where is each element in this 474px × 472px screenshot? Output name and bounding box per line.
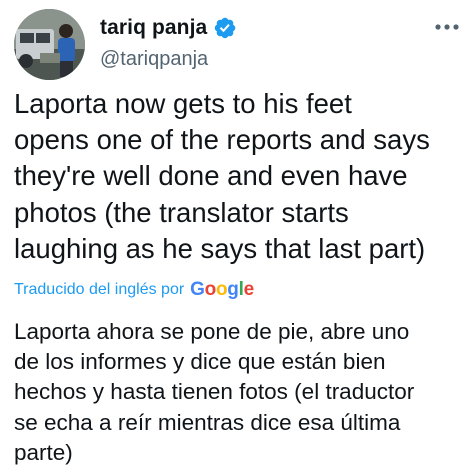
profile-photo-icon [14, 9, 85, 80]
google-logo-letter: g [227, 279, 239, 300]
google-logo-letter: e [243, 279, 255, 300]
verified-badge-icon [215, 17, 236, 39]
translation-credit[interactable]: Traducido del inglés por Google [14, 279, 254, 301]
author-block: tariq panja @tariqpanja [100, 12, 237, 71]
translation-credit-label: Traducido del inglés por [14, 281, 185, 298]
more-options-icon[interactable] [434, 20, 460, 34]
author-name-row: tariq panja [100, 12, 237, 44]
google-logo: Google [190, 279, 254, 301]
tweet: tariq panja @tariqpanja Laporta now gets… [0, 0, 474, 472]
author-display-name[interactable]: tariq panja [100, 16, 207, 40]
author-handle[interactable]: @tariqpanja [100, 48, 237, 71]
translated-text: Laporta ahora se pone de pie, abre uno d… [14, 319, 415, 465]
avatar[interactable] [14, 9, 85, 80]
google-logo-letter: G [190, 279, 205, 300]
google-logo-letter: o [204, 279, 217, 300]
google-logo-letter: o [215, 279, 228, 300]
tweet-text: Laporta now gets to his feet opens one o… [14, 88, 430, 264]
